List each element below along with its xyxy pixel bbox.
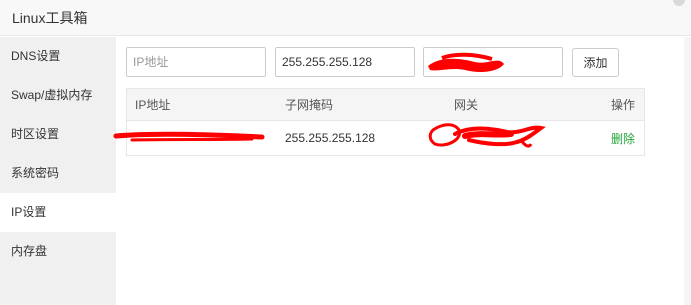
table-row: 255.255.255.128 删除 bbox=[127, 121, 644, 155]
main-panel: 添加 IP地址 子网掩码 网关 操作 255.255.255.128 删除 bbox=[116, 37, 691, 305]
subnet-mask-input[interactable] bbox=[275, 47, 415, 77]
scrollbar[interactable] bbox=[684, 37, 691, 305]
window-title: Linux工具箱 bbox=[12, 10, 88, 26]
header-ip: IP地址 bbox=[135, 98, 171, 112]
sidebar-item-swap[interactable]: Swap/虚拟内存 bbox=[0, 76, 116, 115]
sidebar-item-dns[interactable]: DNS设置 bbox=[0, 37, 116, 76]
sidebar-item-ip[interactable]: IP设置 bbox=[0, 193, 116, 232]
gateway-input[interactable] bbox=[423, 47, 563, 77]
sidebar-item-timezone[interactable]: 时区设置 bbox=[0, 115, 116, 154]
ip-address-input[interactable] bbox=[126, 47, 266, 77]
row-mask: 255.255.255.128 bbox=[285, 131, 376, 145]
delete-link[interactable]: 删除 bbox=[611, 121, 635, 155]
ip-table: IP地址 子网掩码 网关 操作 255.255.255.128 删除 bbox=[126, 88, 645, 156]
title-bar: Linux工具箱 bbox=[0, 0, 691, 36]
header-gateway: 网关 bbox=[454, 98, 479, 112]
table-header: IP地址 子网掩码 网关 操作 bbox=[127, 89, 644, 121]
close-icon[interactable] bbox=[673, 0, 685, 6]
header-mask: 子网掩码 bbox=[285, 98, 334, 112]
header-action: 操作 bbox=[610, 98, 635, 112]
sidebar-item-ramdisk[interactable]: 内存盘 bbox=[0, 232, 116, 271]
add-button[interactable]: 添加 bbox=[572, 48, 619, 77]
sidebar-item-password[interactable]: 系统密码 bbox=[0, 154, 116, 193]
sidebar: DNS设置 Swap/虚拟内存 时区设置 系统密码 IP设置 内存盘 bbox=[0, 37, 116, 305]
